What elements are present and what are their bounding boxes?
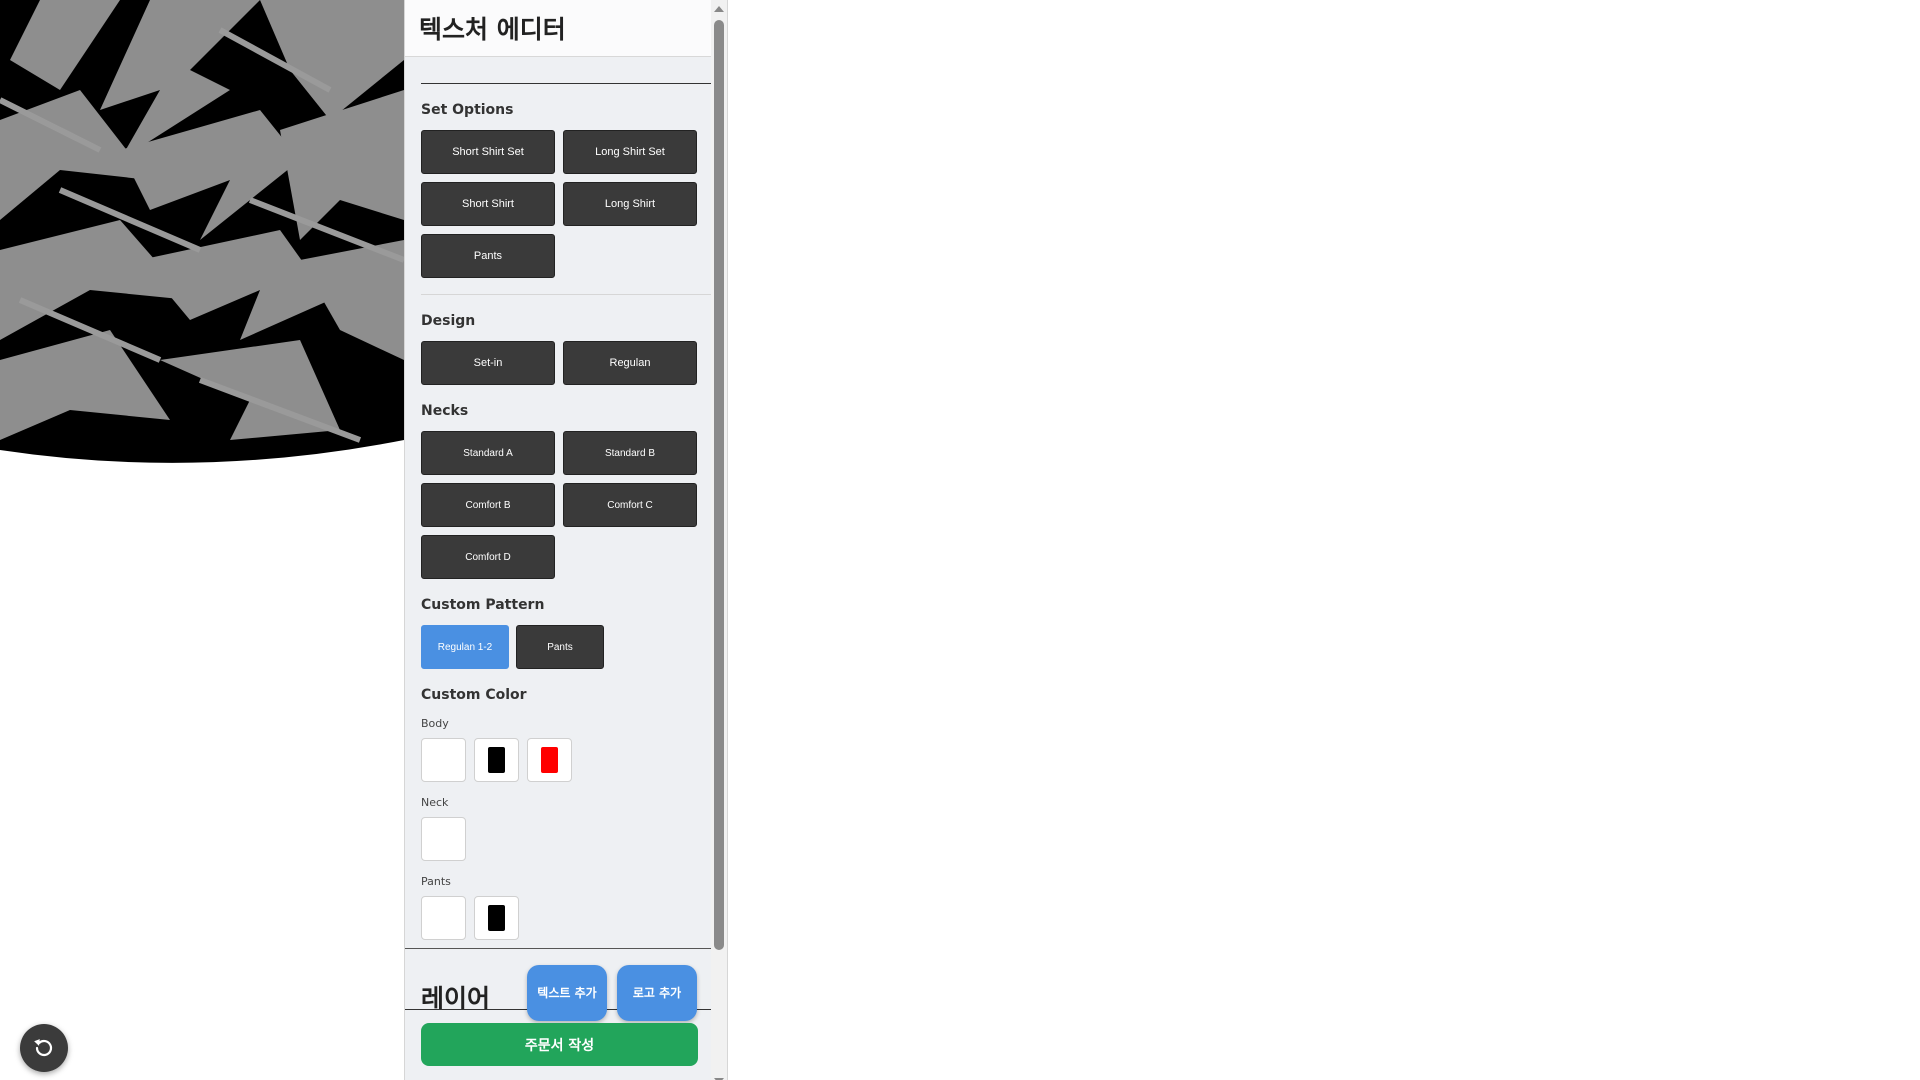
- design-set-in-button[interactable]: Set-in: [421, 341, 555, 385]
- pants-button[interactable]: Pants: [421, 234, 555, 278]
- neck-color-swatches: [421, 817, 711, 861]
- body-color-swatches: [421, 738, 711, 782]
- necks-label: Necks: [421, 403, 469, 419]
- body-color-swatch-red[interactable]: [527, 738, 572, 782]
- panel-scrollbar[interactable]: [711, 0, 727, 1080]
- pattern-regulan-1-2-button[interactable]: Regulan 1-2: [421, 625, 509, 669]
- set-options-label: Set Options: [421, 102, 514, 118]
- panel-body: Set Options Short Shirt Set Long Shirt S…: [405, 83, 727, 940]
- pattern-pants-button[interactable]: Pants: [516, 625, 604, 669]
- divider: [421, 294, 711, 295]
- neck-standard-b-button[interactable]: Standard B: [563, 431, 697, 475]
- short-shirt-set-button[interactable]: Short Shirt Set: [421, 130, 555, 174]
- panel-title: 텍스처 에디터: [419, 15, 566, 44]
- custom-pattern-buttons: Regulan 1-2 Pants: [421, 625, 711, 669]
- scroll-up-arrow-icon[interactable]: [714, 6, 724, 12]
- model-preview-canvas[interactable]: [0, 0, 404, 1080]
- create-order-button[interactable]: 주문서 작성: [421, 1023, 698, 1066]
- neck-comfort-c-button[interactable]: Comfort C: [563, 483, 697, 527]
- rotate-ccw-icon: [34, 1039, 53, 1057]
- scrollbar-thumb[interactable]: [714, 20, 724, 950]
- texture-editor-panel: 텍스처 에디터 Set Options Short Shirt Set Long…: [404, 0, 728, 1080]
- neck-color-swatch-white[interactable]: [421, 817, 466, 861]
- custom-pattern-label: Custom Pattern: [421, 597, 545, 613]
- long-shirt-button[interactable]: Long Shirt: [563, 182, 697, 226]
- neck-comfort-b-button[interactable]: Comfort B: [421, 483, 555, 527]
- body-color-swatch-black[interactable]: [474, 738, 519, 782]
- necks-buttons: Standard A Standard B Comfort B Comfort …: [421, 431, 711, 579]
- design-label: Design: [421, 313, 476, 329]
- pants-color-label: Pants: [421, 875, 451, 888]
- panel-header: 텍스처 에디터: [405, 0, 727, 57]
- app-viewport: 텍스처 에디터 Set Options Short Shirt Set Long…: [0, 0, 1920, 1080]
- pants-color-swatch-black[interactable]: [474, 896, 519, 940]
- custom-color-label: Custom Color: [421, 687, 527, 703]
- pants-color-swatches: [421, 896, 711, 940]
- reset-view-button[interactable]: [20, 1024, 68, 1072]
- design-buttons: Set-in Regulan: [421, 341, 711, 385]
- layer-section: 레이어 텍스트 추가 로고 추가 주문서 작성: [405, 948, 711, 1080]
- body-color-swatch-white[interactable]: [421, 738, 466, 782]
- neck-color-label: Neck: [421, 796, 449, 809]
- body-color-label: Body: [421, 717, 449, 730]
- pants-color-swatch-white[interactable]: [421, 896, 466, 940]
- add-text-button[interactable]: 텍스트 추가: [527, 965, 607, 1021]
- design-regulan-button[interactable]: Regulan: [563, 341, 697, 385]
- long-shirt-set-button[interactable]: Long Shirt Set: [563, 130, 697, 174]
- add-logo-button[interactable]: 로고 추가: [617, 965, 697, 1021]
- garment-texture-preview: [0, 0, 404, 463]
- neck-standard-a-button[interactable]: Standard A: [421, 431, 555, 475]
- short-shirt-button[interactable]: Short Shirt: [421, 182, 555, 226]
- neck-comfort-d-button[interactable]: Comfort D: [421, 535, 555, 579]
- set-options-buttons: Short Shirt Set Long Shirt Set Short Shi…: [421, 130, 711, 278]
- divider: [421, 83, 711, 84]
